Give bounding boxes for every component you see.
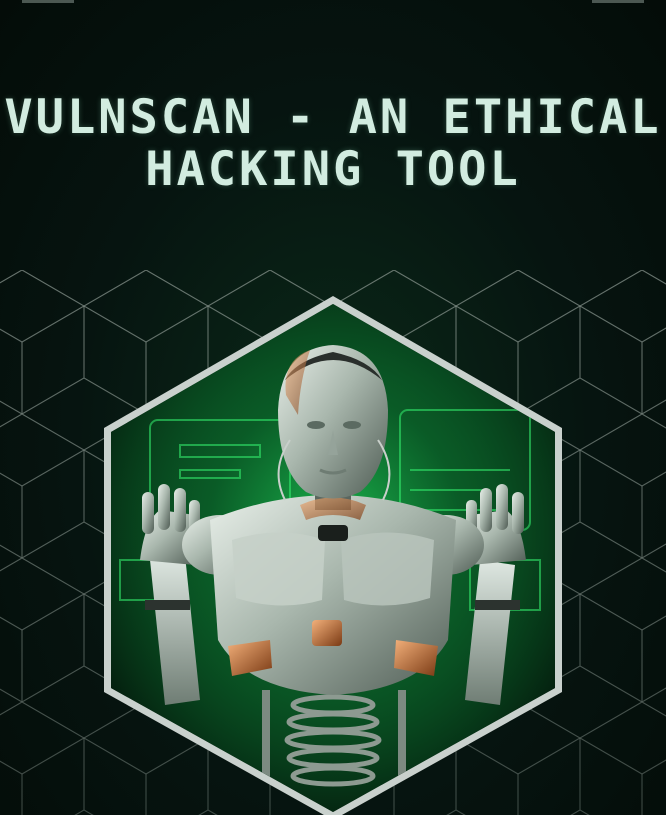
robot-hexagon-artwork [104, 296, 562, 815]
cover-page: VULNSCAN - AN ETHICAL HACKING TOOL [0, 0, 666, 815]
